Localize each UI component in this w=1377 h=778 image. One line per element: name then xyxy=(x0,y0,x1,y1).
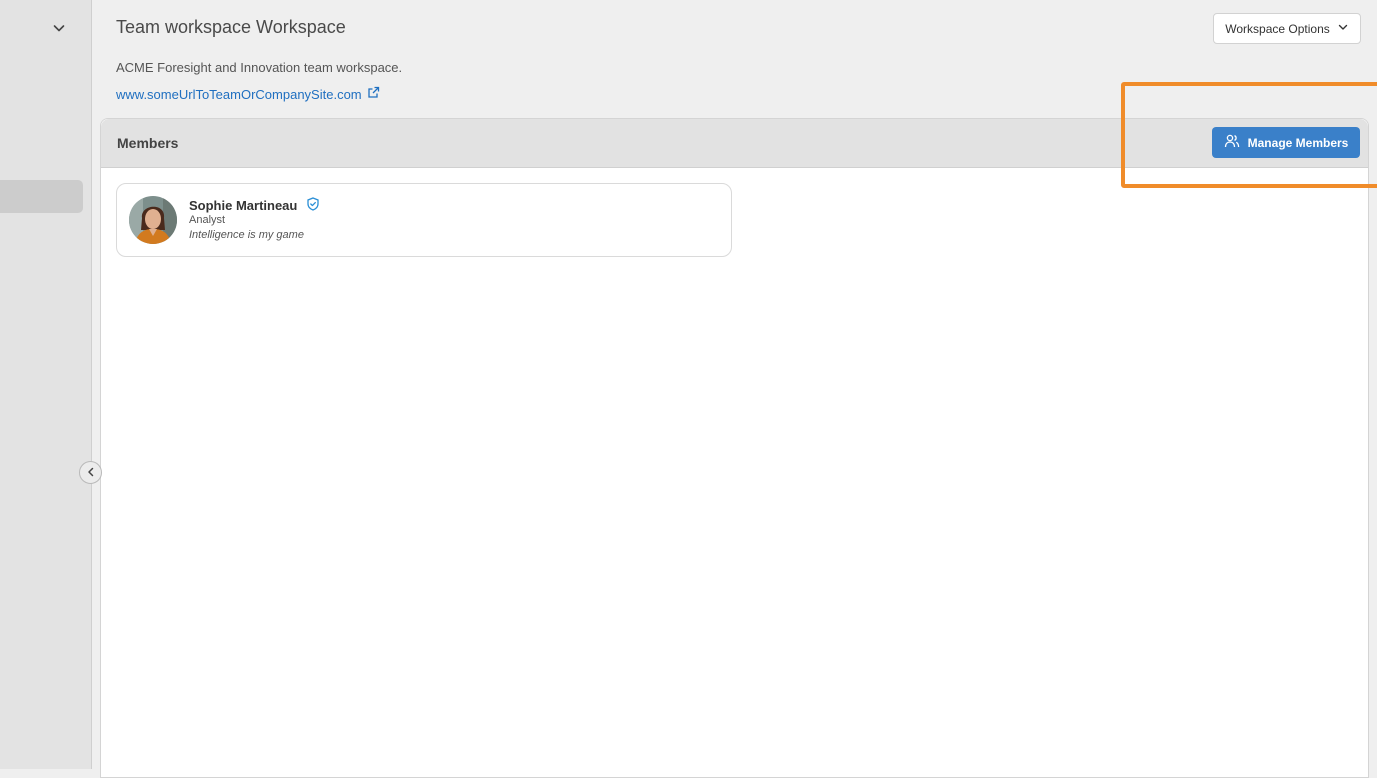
member-role: Analyst xyxy=(189,214,225,226)
users-icon xyxy=(1224,133,1240,152)
chevron-left-icon xyxy=(86,464,96,482)
collapse-sidebar-button[interactable] xyxy=(79,461,102,484)
workspace-options-button[interactable]: Workspace Options xyxy=(1213,13,1361,44)
workspace-link-text: www.someUrlToTeamOrCompanySite.com xyxy=(116,87,362,102)
main-content: Team workspace Workspace Workspace Optio… xyxy=(92,0,1377,769)
chevron-down-icon xyxy=(1337,21,1349,36)
chevron-down-icon[interactable] xyxy=(51,20,67,36)
sidebar-item-active[interactable] xyxy=(0,180,83,213)
page-title: Team workspace Workspace xyxy=(116,17,346,38)
external-link-icon xyxy=(367,86,380,102)
member-name-row: Sophie Martineau xyxy=(189,197,320,214)
avatar xyxy=(129,196,177,244)
members-panel-header: Members Manage Members xyxy=(101,119,1368,168)
member-name: Sophie Martineau xyxy=(189,198,297,213)
member-card[interactable]: Sophie Martineau Analyst Intelligence is… xyxy=(116,183,732,257)
workspace-description: ACME Foresight and Innovation team works… xyxy=(116,60,402,75)
members-panel: Members Manage Members xyxy=(100,118,1369,778)
members-title: Members xyxy=(117,135,178,151)
verified-shield-icon xyxy=(306,197,320,214)
workspace-options-label: Workspace Options xyxy=(1225,22,1330,36)
workspace-link[interactable]: www.someUrlToTeamOrCompanySite.com xyxy=(116,86,380,102)
member-bio: Intelligence is my game xyxy=(189,229,304,241)
manage-members-label: Manage Members xyxy=(1248,136,1349,150)
manage-members-button[interactable]: Manage Members xyxy=(1212,127,1360,158)
sidebar xyxy=(0,0,92,769)
